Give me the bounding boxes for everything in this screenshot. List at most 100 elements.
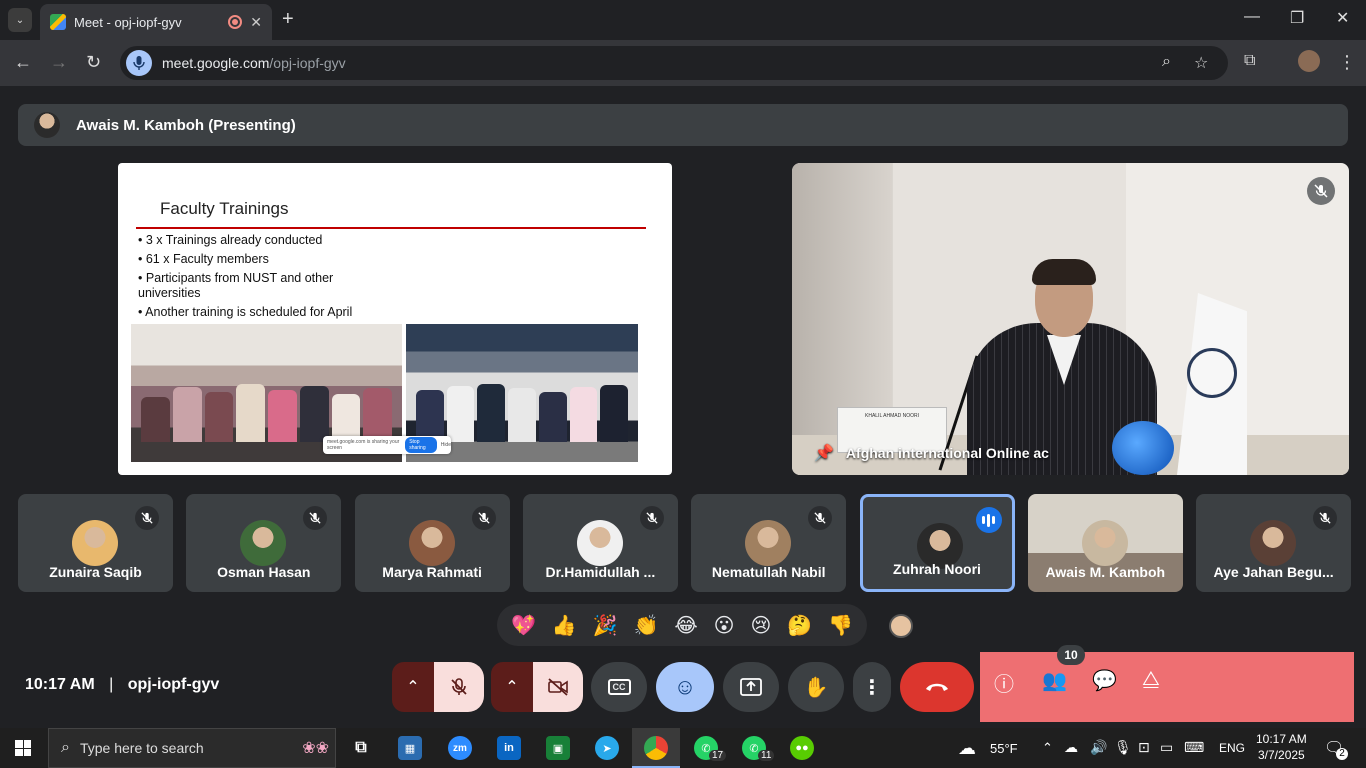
participant-tile[interactable]: Awais M. Kamboh [1027, 494, 1183, 592]
zoom-app-icon[interactable]: zm [448, 736, 472, 760]
camera-off-button[interactable] [533, 662, 583, 712]
emoji-reactions-button[interactable]: ☺ [656, 662, 714, 712]
reaction-emoji[interactable]: 💖 [511, 613, 536, 638]
reaction-emoji[interactable]: 👍 [552, 613, 577, 638]
present-screen-button[interactable] [723, 662, 779, 712]
participant-name: Zunaira Saqib [49, 564, 142, 580]
side-panel-controls: ⓘ 👥 💬 ⧋ [980, 652, 1354, 722]
participant-tile[interactable]: Zuhrah Noori [859, 494, 1015, 592]
taskbar-date[interactable]: 3/7/2025 [1258, 748, 1305, 762]
microphone-tray-icon[interactable]: 🎙 [1114, 739, 1132, 756]
leave-call-button[interactable] [900, 662, 974, 712]
participant-tile[interactable]: Marya Rahmati [354, 494, 510, 592]
reaction-emoji[interactable]: 😢 [750, 613, 771, 638]
participant-avatar [1081, 520, 1128, 566]
participant-tile[interactable]: Aye Jahan Begu... [1196, 494, 1352, 592]
close-window-button[interactable]: ✕ [1336, 8, 1349, 28]
meeting-details-button[interactable]: ⓘ [994, 668, 1014, 697]
nameplate-text: KHALIL AHMAD NOORI [865, 413, 919, 419]
people-count-badge: 10 [1057, 645, 1085, 665]
participant-name: Zuhrah Noori [893, 561, 981, 577]
forward-button[interactable]: → [50, 52, 68, 73]
volume-icon[interactable]: 🔊 [1090, 739, 1107, 756]
participant-avatar [745, 520, 792, 566]
onedrive-icon[interactable]: ☁ [1064, 739, 1078, 756]
activities-button[interactable]: ⧋ [1142, 668, 1160, 691]
address-bar[interactable]: meet.google.com/opj-iopf-gyv ⌕ ☆ [120, 46, 1228, 80]
screen-share-toast: meet.google.com is sharing your screen S… [323, 436, 451, 454]
battery-icon[interactable]: ▭ [1160, 739, 1173, 756]
participant-tile[interactable]: Dr.Hamidullah ... [522, 494, 678, 592]
new-tab-button[interactable]: + [282, 8, 294, 31]
camera-control-group: ⌃ [491, 662, 583, 712]
people-button[interactable]: 👥 [1042, 668, 1067, 693]
zoom-icon[interactable]: ⌕ [1162, 53, 1171, 71]
more-options-button[interactable]: ⋮ [853, 662, 891, 712]
video-options-chevron-icon[interactable]: ⌃ [491, 662, 533, 712]
back-button[interactable]: ← [14, 52, 32, 73]
reaction-emoji[interactable]: 🤔 [787, 613, 812, 638]
keyboard-icon[interactable]: ⌨ [1184, 739, 1204, 756]
telegram-icon[interactable]: ➤ [595, 736, 619, 760]
linkedin-icon[interactable]: in [497, 736, 521, 760]
main-participant-video[interactable]: KHALIL AHMAD NOORI 📌 Afghan internationa… [792, 163, 1349, 475]
whatsapp-business-badge: 11 [758, 750, 775, 761]
chrome-menu-icon[interactable]: ⋮ [1338, 52, 1356, 73]
participant-name: Awais M. Kamboh [1045, 564, 1166, 580]
tray-overflow-icon[interactable]: ⌃ [1042, 740, 1053, 756]
network-icon[interactable]: ⊡ [1138, 739, 1150, 756]
minimize-button[interactable]: — [1244, 8, 1260, 26]
reaction-emoji[interactable]: 👏 [634, 613, 659, 638]
classroom-icon[interactable]: ▣ [546, 736, 570, 760]
desk-globe [1112, 421, 1174, 475]
tab-close-icon[interactable]: ✕ [250, 14, 262, 31]
store-icon[interactable]: ▦ [398, 736, 422, 760]
muted-mic-icon [135, 506, 159, 530]
captions-button[interactable]: CC [591, 662, 647, 712]
bookmark-star-icon[interactable]: ☆ [1194, 53, 1208, 73]
browser-tab-bar: ⌄ Meet - opj-iopf-gyv ✕ + — ❐ ✕ [0, 0, 1366, 40]
restore-button[interactable]: ❐ [1290, 8, 1304, 28]
pin-icon[interactable]: 📌 [814, 443, 834, 463]
microphone-in-use-icon[interactable] [126, 50, 152, 76]
meeting-code: opj-iopf-gyv [127, 676, 220, 693]
participant-tile[interactable]: Nematullah Nabil [691, 494, 847, 592]
tab-search-button[interactable]: ⌄ [8, 8, 32, 32]
taskbar-search[interactable]: ⌕ Type here to search ❀❀ [48, 728, 336, 768]
task-view-icon[interactable]: ⧉ [349, 736, 373, 760]
language-indicator[interactable]: ENG [1219, 741, 1245, 755]
url-path: /opj-iopf-gyv [269, 55, 346, 71]
chrome-icon[interactable] [644, 736, 668, 760]
skin-tone-picker[interactable] [889, 614, 913, 638]
participant-tile[interactable]: Osman Hasan [186, 494, 342, 592]
duolingo-icon[interactable]: ●● [790, 736, 814, 760]
reaction-emoji[interactable]: 😂 [674, 613, 697, 638]
participant-name: Dr.Hamidullah ... [545, 564, 656, 580]
blossom-icon: ❀❀ [302, 740, 329, 757]
participant-avatar [240, 520, 287, 566]
slide-bullet: 61 x Faculty members [138, 252, 378, 267]
weather-icon[interactable]: ☁ [958, 738, 976, 759]
muted-mic-icon [639, 506, 664, 530]
taskbar-time[interactable]: 10:17 AM [1256, 732, 1307, 746]
participant-avatar [1250, 520, 1297, 566]
microphone-off-button[interactable] [434, 662, 484, 712]
reload-button[interactable]: ↻ [86, 52, 101, 73]
flag-emblem [1187, 348, 1237, 398]
info-separator: | [109, 676, 114, 693]
windows-start-icon[interactable] [15, 740, 31, 756]
browser-tab[interactable]: Meet - opj-iopf-gyv ✕ [40, 4, 272, 40]
share-toast-text: meet.google.com is sharing your screen [327, 439, 400, 451]
reaction-emoji[interactable]: 😮 [714, 613, 735, 638]
chat-button[interactable]: 💬 [1092, 668, 1117, 693]
tab-title: Meet - opj-iopf-gyv [74, 14, 182, 30]
hide-share-toast-button: Hide [440, 442, 451, 448]
profile-avatar[interactable] [1298, 50, 1320, 72]
raise-hand-button[interactable]: ✋ [788, 662, 844, 712]
reaction-emoji[interactable]: 🎉 [593, 613, 618, 638]
audio-options-chevron-icon[interactable]: ⌃ [392, 662, 434, 712]
participant-tile[interactable]: Zunaira Saqib [18, 494, 173, 592]
extensions-icon[interactable]: ⧉ [1244, 52, 1255, 70]
reaction-emoji[interactable]: 👎 [828, 613, 853, 638]
search-icon: ⌕ [61, 739, 70, 756]
